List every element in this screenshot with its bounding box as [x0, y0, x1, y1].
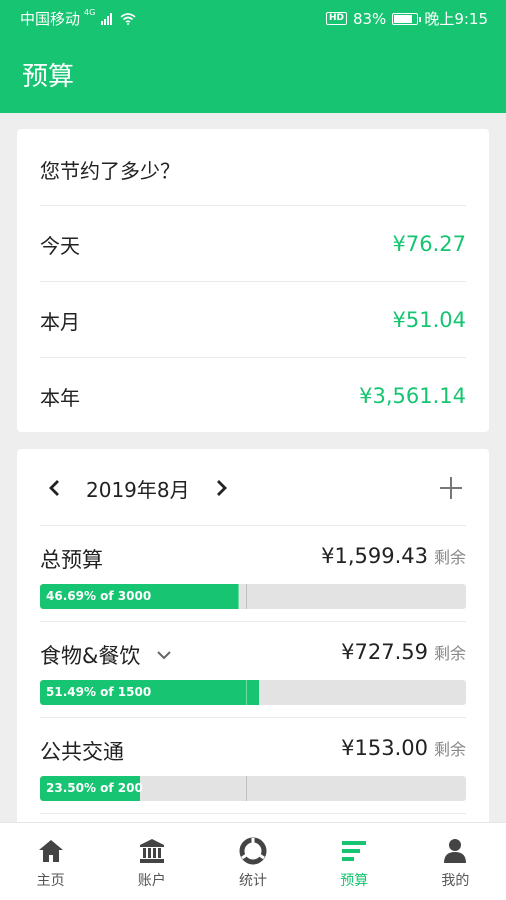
bank-icon	[139, 839, 164, 863]
budget-item-food[interactable]: 食物&餐饮 ¥727.59 剩余 51.49% of 1500	[40, 622, 466, 718]
remaining-suffix: 剩余	[433, 740, 466, 759]
savings-card: 您节约了多少？ 今天 ¥76.27 本月 ¥51.04 本年 ¥3,561.14	[17, 129, 489, 432]
app-bar: 预算	[0, 34, 506, 113]
savings-label: 本年	[40, 385, 80, 410]
budget-item-total[interactable]: 总预算 ¥1,599.43 剩余 46.69% of 3000	[40, 526, 466, 622]
wifi-icon	[120, 12, 136, 25]
statistics-icon	[239, 837, 267, 865]
page-title: 预算	[22, 62, 75, 92]
tab-budget[interactable]: 预算	[304, 823, 405, 900]
tab-label: 主页	[36, 873, 65, 889]
chevron-down-icon[interactable]	[156, 650, 172, 660]
savings-row-today[interactable]: 今天 ¥76.27	[40, 206, 466, 282]
carrier-label: 中国移动	[20, 10, 81, 28]
divider	[40, 813, 466, 814]
battery-percent: 83%	[352, 9, 387, 28]
tab-accounts[interactable]: 账户	[101, 823, 202, 900]
remaining-suffix: 剩余	[433, 644, 466, 663]
chevron-left-icon	[49, 480, 59, 496]
budget-progress-bar: 46.69% of 3000	[40, 584, 466, 609]
battery-icon	[392, 12, 422, 25]
status-bar: 中国移动 4G HD 83% 晚上9:15	[0, 0, 506, 34]
budget-icon	[342, 841, 367, 861]
next-month-button[interactable]	[206, 473, 236, 503]
chevron-right-icon	[216, 480, 227, 496]
network-label: 4G	[84, 8, 96, 17]
current-month: 2019年8月	[86, 477, 190, 502]
budget-card: 2019年8月 总预算 ¥1,599.43 剩余 46.69% of 3000 …	[17, 449, 489, 829]
home-icon	[38, 840, 63, 862]
person-icon	[444, 839, 467, 863]
budget-name: 食物&餐饮	[40, 644, 141, 668]
signal-icon	[101, 12, 113, 25]
savings-amount: ¥76.27	[392, 232, 466, 256]
tab-label: 账户	[137, 873, 166, 889]
plus-icon	[440, 477, 462, 499]
budget-remaining: ¥1,599.43	[321, 544, 428, 568]
month-selector: 2019年8月	[40, 467, 466, 509]
savings-label: 本月	[40, 309, 80, 334]
budget-name: 公共交通	[40, 740, 124, 764]
budget-progress-bar: 23.50% of 200	[40, 776, 466, 801]
budget-progress-text: 23.50% of 200	[46, 781, 143, 795]
add-budget-button[interactable]	[436, 473, 466, 503]
savings-amount: ¥3,561.14	[359, 384, 466, 408]
hd-badge: HD	[325, 12, 347, 25]
tab-label: 我的	[441, 873, 470, 889]
savings-row-year[interactable]: 本年 ¥3,561.14	[40, 358, 466, 434]
savings-label: 今天	[40, 233, 80, 258]
savings-row-month[interactable]: 本月 ¥51.04	[40, 282, 466, 358]
savings-title: 您节约了多少？	[40, 159, 180, 183]
budget-progress-text: 51.49% of 1500	[46, 685, 152, 699]
budget-name: 总预算	[40, 548, 103, 572]
clock: 晚上9:15	[424, 10, 488, 28]
previous-month-button[interactable]	[40, 473, 70, 503]
tab-statistics[interactable]: 统计	[202, 823, 303, 900]
bottom-tab-bar: 主页 账户 统计 预算 我的	[0, 822, 506, 900]
budget-item-transit[interactable]: 公共交通 ¥153.00 剩余 23.50% of 200	[40, 718, 466, 814]
tab-label: 预算	[340, 873, 369, 889]
remaining-suffix: 剩余	[433, 548, 466, 567]
tab-home[interactable]: 主页	[0, 823, 101, 900]
budget-remaining: ¥727.59	[341, 640, 428, 664]
tab-label: 统计	[239, 873, 267, 889]
tab-profile[interactable]: 我的	[405, 823, 506, 900]
budget-progress-text: 46.69% of 3000	[46, 589, 152, 603]
savings-amount: ¥51.04	[392, 308, 466, 332]
budget-remaining: ¥153.00	[341, 736, 428, 760]
budget-progress-bar: 51.49% of 1500	[40, 680, 466, 705]
